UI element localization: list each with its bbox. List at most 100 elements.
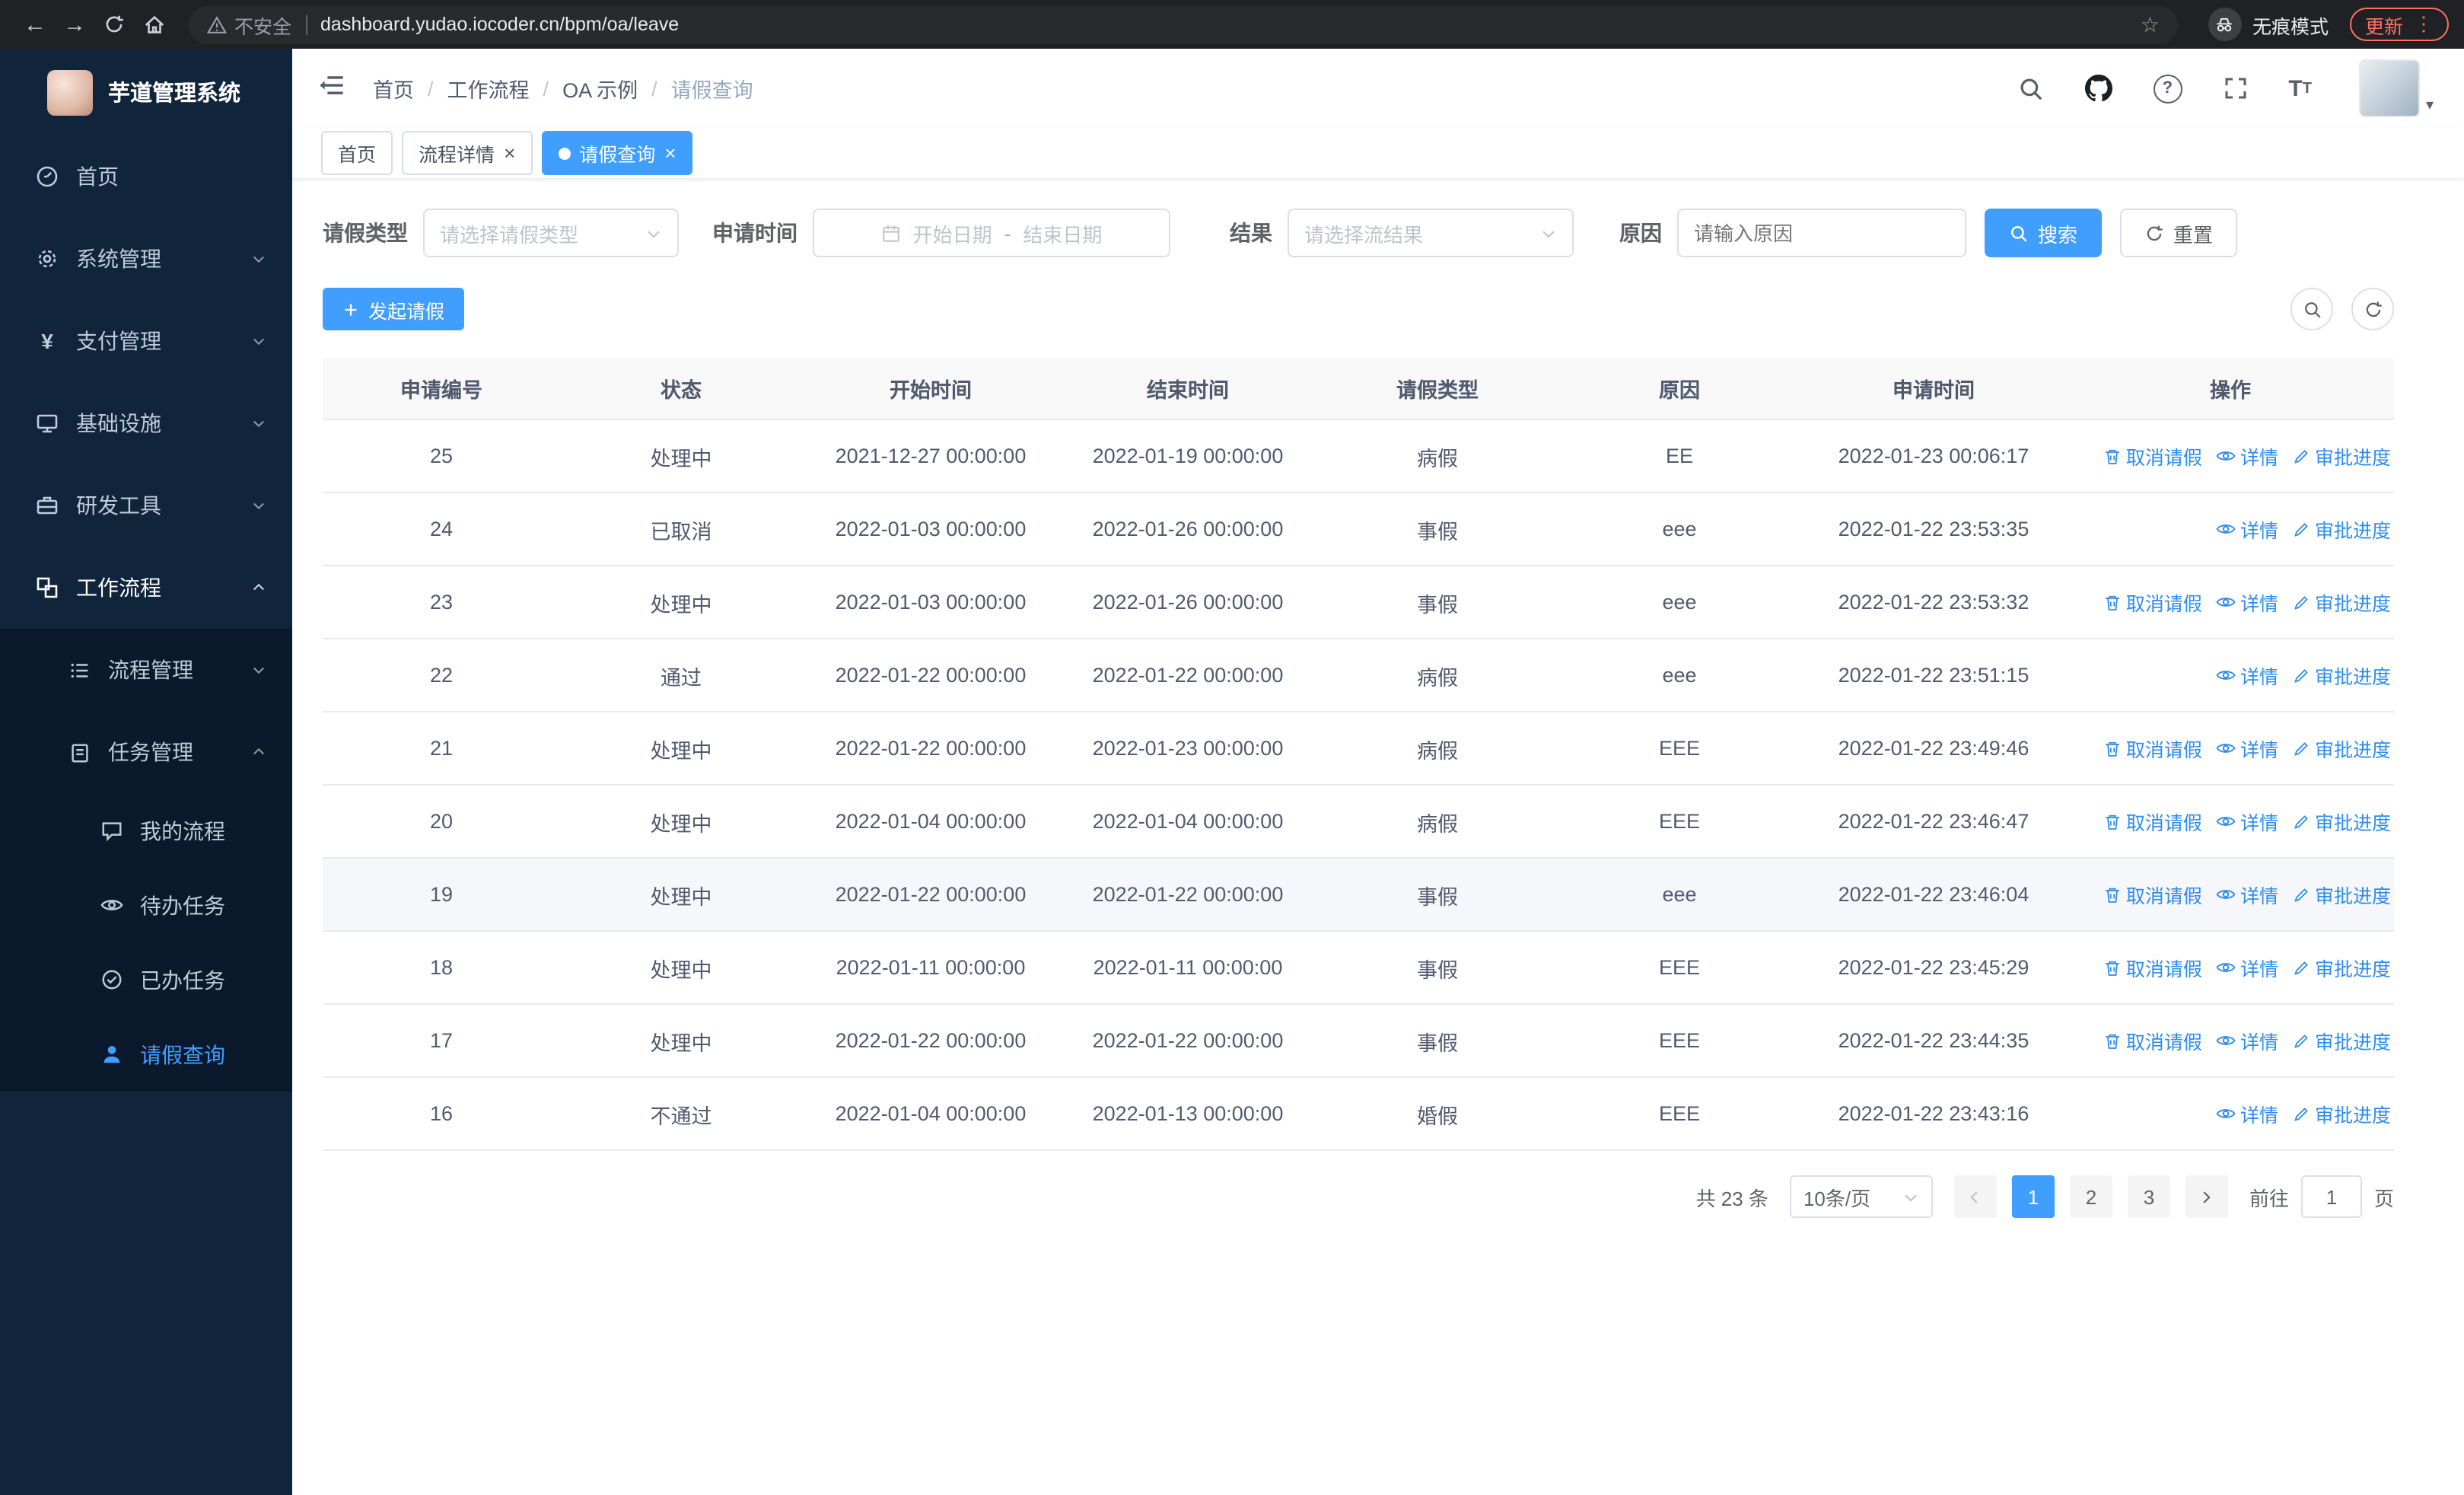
detail-action-link[interactable]: 详情: [2216, 1026, 2278, 1055]
warning-icon: [207, 15, 227, 33]
row-actions: 取消请假 详情 审批进度: [2067, 441, 2394, 470]
detail-action-link[interactable]: 详情: [2216, 734, 2278, 763]
help-icon[interactable]: ?: [2153, 74, 2182, 103]
close-icon[interactable]: ×: [504, 143, 515, 163]
sidebar-item-payment[interactable]: ¥ 支付管理: [0, 300, 292, 382]
goto-page-input[interactable]: [2300, 1175, 2362, 1218]
browser-update-button[interactable]: 更新 ⋮: [2349, 8, 2449, 41]
breadcrumb-workflow[interactable]: 工作流程: [447, 73, 530, 104]
progress-action-link[interactable]: 审批进度: [2292, 734, 2391, 763]
eye-icon: [2216, 890, 2236, 899]
leave-type-cell: 病假: [1417, 812, 1458, 835]
cancel-action-link[interactable]: 取消请假: [2103, 1026, 2202, 1055]
sidebar-item-todo-tasks[interactable]: 待办任务: [0, 868, 292, 942]
sidebar-item-process-management[interactable]: 流程管理: [0, 629, 292, 711]
address-bar[interactable]: 不安全 dashboard.yudao.iocoder.cn/bpm/oa/le…: [189, 5, 2178, 43]
trash-icon: [2105, 448, 2119, 464]
close-icon[interactable]: ×: [664, 143, 676, 163]
bookmark-star-icon[interactable]: ☆: [2141, 11, 2160, 37]
page-button-2[interactable]: 2: [2069, 1175, 2112, 1218]
tab-home[interactable]: 首页: [321, 131, 393, 175]
sidebar-item-devtools[interactable]: 研发工具: [0, 464, 292, 547]
start-time-cell: 2022-01-03 00:00:00: [835, 518, 1027, 540]
user-menu[interactable]: ▾: [2358, 59, 2434, 117]
sidebar-item-infrastructure[interactable]: 基础设施: [0, 382, 292, 464]
sidebar-item-leave-query[interactable]: 请假查询: [0, 1017, 292, 1092]
table-row: 25 处理中 2021-12-27 00:00:00 2022-01-19 00:00…: [323, 420, 2394, 493]
sidebar-item-task-management[interactable]: 任务管理: [0, 711, 292, 793]
reason-cell: EEE: [1658, 737, 1700, 760]
font-size-icon[interactable]: TT: [2288, 75, 2312, 101]
cancel-action-link[interactable]: 取消请假: [2103, 807, 2202, 836]
home-icon[interactable]: [134, 5, 173, 44]
next-page-button[interactable]: [2185, 1175, 2228, 1218]
cancel-action-link[interactable]: 取消请假: [2103, 441, 2202, 470]
eye-icon: [2216, 1036, 2236, 1045]
page-button-1[interactable]: 1: [2011, 1175, 2055, 1218]
breadcrumb-home[interactable]: 首页: [373, 73, 414, 104]
cancel-action-link[interactable]: 取消请假: [2103, 734, 2202, 763]
detail-action-link[interactable]: 详情: [2216, 807, 2278, 836]
end-date-placeholder: 结束日期: [1023, 223, 1103, 246]
github-icon[interactable]: [2084, 75, 2112, 102]
cancel-action-link[interactable]: 取消请假: [2103, 588, 2202, 617]
prev-page-button[interactable]: [1953, 1175, 1997, 1218]
sidebar-item-home[interactable]: 首页: [0, 135, 292, 218]
tab-process-detail[interactable]: 流程详情 ×: [402, 131, 533, 175]
app-logo[interactable]: 芋道管理系统: [0, 49, 292, 135]
sidebar-item-done-tasks[interactable]: 已办任务: [0, 942, 292, 1017]
chevron-down-icon: [253, 256, 264, 263]
progress-action-link[interactable]: 审批进度: [2292, 588, 2391, 617]
edit-icon: [2294, 595, 2308, 609]
table-row: 23 处理中 2022-01-03 00:00:00 2022-01-26 00:00…: [323, 566, 2394, 639]
browser-menu-icon[interactable]: ⋮: [2414, 12, 2434, 37]
detail-action-link[interactable]: 详情: [2216, 441, 2278, 470]
leave-type-select[interactable]: 请选择请假类型: [423, 209, 679, 257]
reason-input[interactable]: [1677, 209, 1966, 257]
progress-action-link[interactable]: 审批进度: [2292, 441, 2391, 470]
back-icon[interactable]: ←: [15, 5, 55, 44]
detail-action-link[interactable]: 详情: [2216, 1099, 2278, 1128]
sidebar-item-workflow[interactable]: 工作流程: [0, 547, 292, 629]
apply-time-cell: 2022-01-22 23:44:35: [1838, 1029, 2029, 1052]
detail-action-link[interactable]: 详情: [2216, 588, 2278, 617]
forward-icon[interactable]: →: [55, 5, 94, 44]
detail-action-link[interactable]: 详情: [2216, 880, 2278, 909]
progress-action-link[interactable]: 审批进度: [2292, 515, 2391, 543]
search-icon[interactable]: [2017, 75, 2043, 101]
create-leave-button[interactable]: 发起请假: [323, 288, 465, 330]
page-size-select[interactable]: 10条/页: [1789, 1175, 1933, 1218]
detail-action-link[interactable]: 详情: [2216, 661, 2278, 690]
cancel-action-link[interactable]: 取消请假: [2103, 953, 2202, 982]
progress-action-link[interactable]: 审批进度: [2292, 807, 2391, 836]
progress-action-link[interactable]: 审批进度: [2292, 1026, 2391, 1055]
progress-action-link[interactable]: 审批进度: [2292, 880, 2391, 909]
reset-button[interactable]: 重置: [2120, 209, 2238, 257]
tab-leave-query[interactable]: 请假查询 ×: [541, 131, 693, 175]
edit-icon: [2294, 1107, 2308, 1120]
fullscreen-icon[interactable]: [2223, 76, 2247, 100]
detail-action-link[interactable]: 详情: [2216, 515, 2278, 543]
sidebar-item-my-process[interactable]: 我的流程: [0, 793, 292, 868]
security-indicator[interactable]: 不安全: [207, 10, 291, 39]
goto-label: 前往: [2249, 1187, 2289, 1210]
cancel-action-link[interactable]: 取消请假: [2103, 880, 2202, 909]
refresh-icon: [2365, 301, 2381, 317]
breadcrumb-oa-example[interactable]: OA 示例: [562, 73, 638, 104]
dashboard-icon: [37, 166, 58, 187]
progress-action-link[interactable]: 审批进度: [2292, 1099, 2391, 1128]
col-leave-type: 请假类型: [1396, 379, 1479, 402]
detail-action-link[interactable]: 详情: [2216, 953, 2278, 982]
apply-time-range-picker[interactable]: 开始日期 - 结束日期: [813, 209, 1170, 257]
reload-icon[interactable]: [94, 5, 134, 44]
page-button-3[interactable]: 3: [2127, 1175, 2170, 1218]
sidebar-collapse-icon[interactable]: [318, 71, 345, 106]
progress-action-link[interactable]: 审批进度: [2292, 661, 2391, 690]
result-select[interactable]: 请选择流结果: [1288, 209, 1574, 257]
search-button[interactable]: 搜索: [1985, 209, 2103, 257]
application-id-cell: 17: [429, 1029, 454, 1052]
sidebar-item-system[interactable]: 系统管理: [0, 218, 292, 300]
toggle-search-button[interactable]: [2291, 288, 2333, 330]
progress-action-link[interactable]: 审批进度: [2292, 953, 2391, 982]
refresh-table-button[interactable]: [2351, 288, 2394, 330]
